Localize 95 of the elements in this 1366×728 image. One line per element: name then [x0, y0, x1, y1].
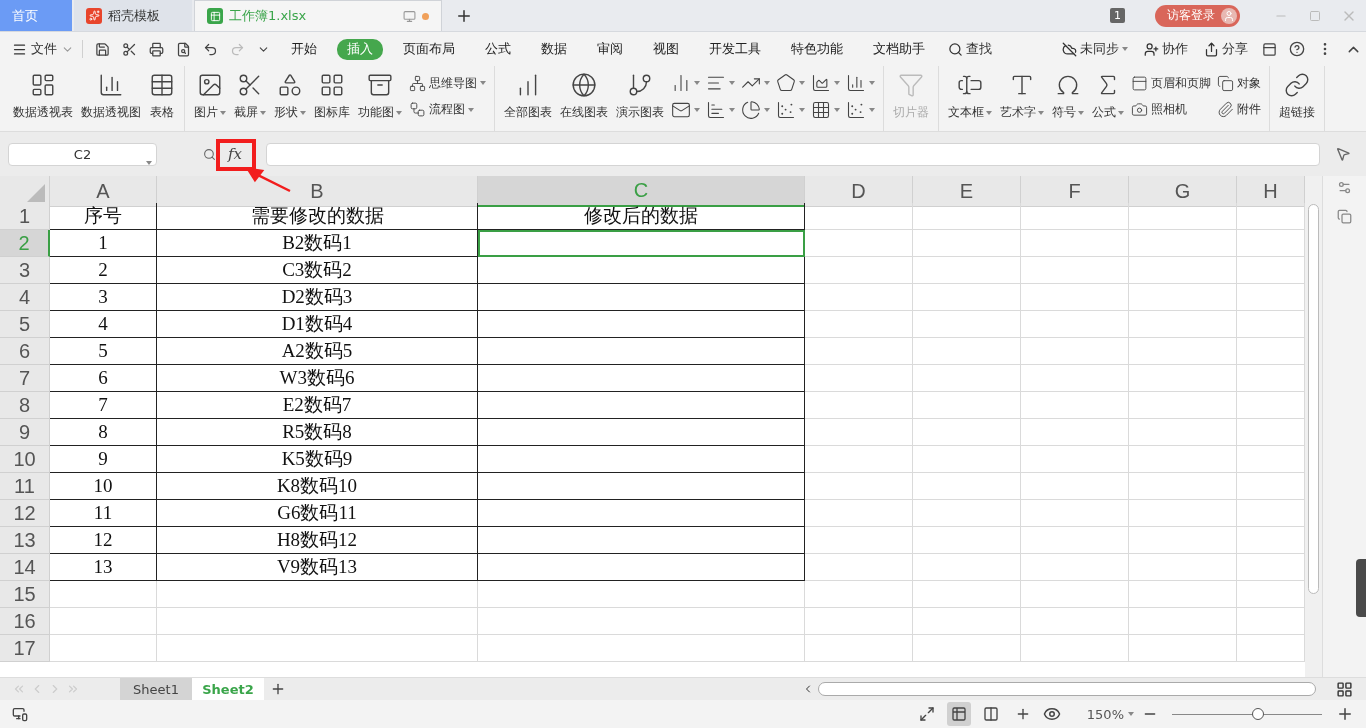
table-cell: C3数码2	[157, 257, 478, 284]
ribbon-button[interactable]: 页眉和页脚	[1131, 74, 1211, 92]
ribbon-button[interactable]: 流程图	[409, 101, 486, 119]
column-header[interactable]: F	[1021, 176, 1129, 207]
ribbon-button[interactable]: 演示图表	[613, 66, 667, 131]
ribbon-button[interactable]: 截屏	[231, 66, 269, 131]
ribbon-button[interactable]: 公式	[1089, 66, 1127, 131]
column-header[interactable]: E	[913, 176, 1021, 207]
table-cell: A2数码5	[157, 338, 478, 365]
table-cell: K5数码9	[157, 446, 478, 473]
ribbon-button[interactable]: 图标库	[311, 66, 353, 131]
ribbon-button[interactable]: 在线图表	[557, 66, 611, 131]
file-menu[interactable]: 文件	[12, 40, 83, 58]
table-cell: V9数码13	[157, 554, 478, 581]
row-header[interactable]: 15	[0, 581, 50, 608]
table-cell: G6数码11	[157, 500, 478, 527]
ribbon-button[interactable]: 表格	[146, 66, 178, 131]
row-header[interactable]: 3	[0, 257, 50, 284]
row-header[interactable]: 13	[0, 527, 50, 554]
table-cell: 12	[50, 527, 157, 554]
ribbon-button[interactable]: 对象	[1217, 74, 1261, 92]
window-tab[interactable]: 稻壳模板	[74, 0, 192, 31]
ribbon-tab[interactable]: 公式	[475, 38, 521, 60]
login-button[interactable]: 访客登录	[1155, 4, 1240, 27]
table-cell: 13	[50, 554, 157, 581]
table-cell: 9	[50, 446, 157, 473]
table-cell: 10	[50, 473, 157, 500]
toolbar-action[interactable]: 未同步	[1056, 40, 1134, 58]
row-header[interactable]: 16	[0, 608, 50, 635]
insert-function-button[interactable]: fx	[228, 145, 242, 163]
table-cell: D1数码4	[157, 311, 478, 338]
ribbon-button[interactable]: 附件	[1217, 101, 1261, 119]
table-cell: 4	[50, 311, 157, 338]
table-cell: 5	[50, 338, 157, 365]
column-header[interactable]: G	[1129, 176, 1237, 207]
row-header[interactable]: 10	[0, 446, 50, 473]
table-cell: R5数码8	[157, 419, 478, 446]
window-count-badge[interactable]: 1	[1110, 8, 1125, 23]
ribbon-tab[interactable]: 开发工具	[699, 38, 771, 60]
ribbon-tab[interactable]: 特色功能	[781, 38, 853, 60]
ribbon-button[interactable]: 形状	[271, 66, 309, 131]
row-header[interactable]: 8	[0, 392, 50, 419]
ribbon-button[interactable]: 文本框	[945, 66, 995, 131]
sheet-tab[interactable]: Sheet1	[120, 678, 192, 700]
row-header[interactable]: 7	[0, 365, 50, 392]
row-header[interactable]: 1	[0, 203, 50, 230]
row-header[interactable]: 4	[0, 284, 50, 311]
table-cell: H8数码12	[157, 527, 478, 554]
column-header[interactable]: H	[1237, 176, 1305, 207]
name-box[interactable]: C2	[8, 142, 157, 166]
table-cell: D2数码3	[157, 284, 478, 311]
table-cell: 7	[50, 392, 157, 419]
ribbon-button[interactable]: 图片	[191, 66, 229, 131]
search-button[interactable]: 查找	[942, 40, 998, 58]
ribbon-tab[interactable]: 视图	[643, 38, 689, 60]
column-header[interactable]: B	[157, 176, 478, 207]
ribbon-tab[interactable]: 页面布局	[393, 38, 465, 60]
row-header[interactable]: 17	[0, 635, 50, 662]
ribbon-tab[interactable]: 数据	[531, 38, 577, 60]
ribbon-button[interactable]: 数据透视图	[78, 66, 144, 131]
table-cell: E2数码7	[157, 392, 478, 419]
row-header[interactable]: 11	[0, 473, 50, 500]
table-cell: 11	[50, 500, 157, 527]
ribbon-tab[interactable]: 开始	[281, 38, 327, 60]
toolbar-action[interactable]: 协作	[1138, 40, 1194, 58]
ribbon-button[interactable]: 艺术字	[997, 66, 1047, 131]
ribbon-button[interactable]: 功能图	[355, 66, 405, 131]
row-header[interactable]: 12	[0, 500, 50, 527]
table-cell: 需要修改的数据	[157, 203, 478, 230]
ribbon-button[interactable]: 全部图表	[501, 66, 555, 131]
row-header[interactable]: 14	[0, 554, 50, 581]
table-cell: 6	[50, 365, 157, 392]
ribbon-button[interactable]: 数据透视表	[10, 66, 76, 131]
toolbar-action[interactable]: 分享	[1198, 40, 1254, 58]
column-header[interactable]: D	[805, 176, 913, 207]
table-cell: 序号	[50, 203, 157, 230]
ribbon-tab[interactable]: 审阅	[587, 38, 633, 60]
ribbon-button[interactable]: 照相机	[1131, 101, 1211, 119]
table-cell: 修改后的数据	[478, 203, 805, 230]
row-header[interactable]: 6	[0, 338, 50, 365]
row-header[interactable]: 9	[0, 419, 50, 446]
table-cell: 8	[50, 419, 157, 446]
row-header[interactable]: 5	[0, 311, 50, 338]
table-cell: W3数码6	[157, 365, 478, 392]
column-header[interactable]: A	[50, 176, 157, 207]
ribbon-tab[interactable]: 文档助手	[863, 38, 935, 60]
ribbon-button[interactable]: 超链接	[1276, 66, 1318, 131]
ribbon-button[interactable]: 符号	[1049, 66, 1087, 131]
table-cell: 1	[50, 230, 157, 257]
table-cell: 3	[50, 284, 157, 311]
table-cell: K8数码10	[157, 473, 478, 500]
zoom-level[interactable]: 150%	[1086, 706, 1134, 722]
ribbon-button[interactable]: 思维导图	[409, 74, 486, 92]
table-cell: 2	[50, 257, 157, 284]
table-cell: B2数码1	[157, 230, 478, 257]
